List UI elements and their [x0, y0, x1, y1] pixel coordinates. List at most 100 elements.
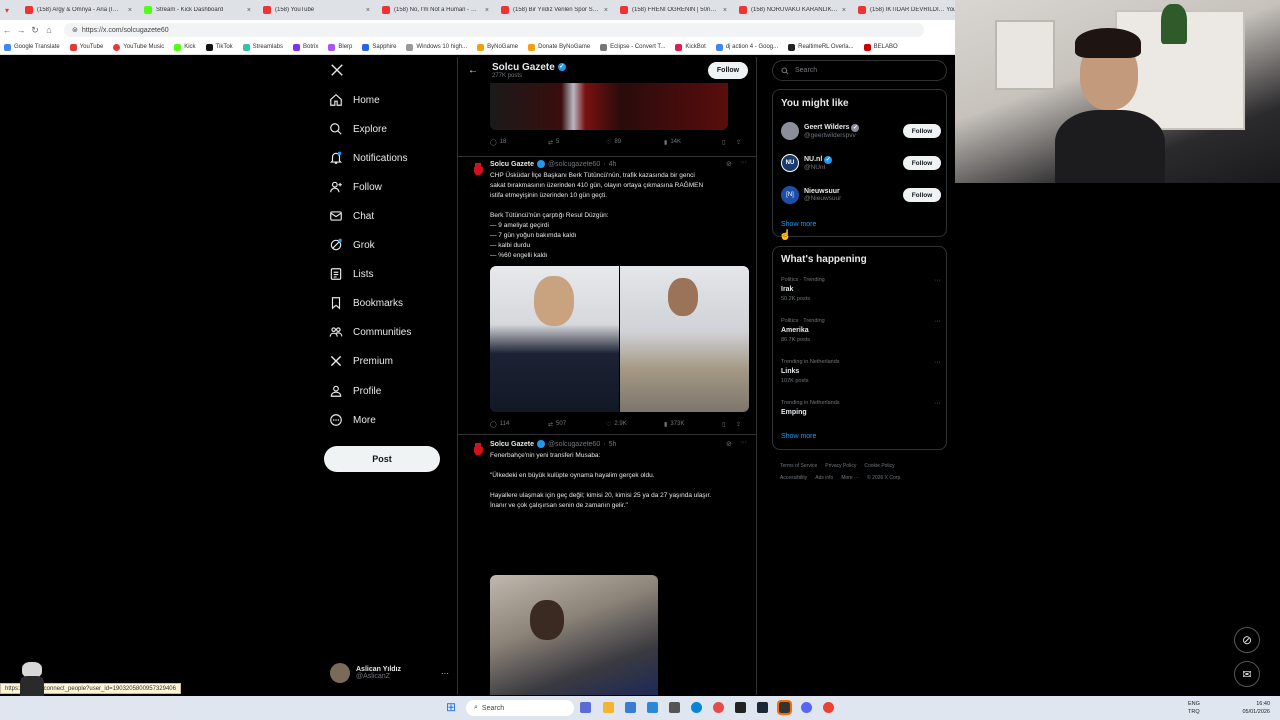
follow-button[interactable]: Follow: [708, 61, 748, 79]
close-icon[interactable]: ×: [128, 7, 132, 14]
taskbar-search[interactable]: ⌕ Search: [466, 700, 574, 716]
file-explorer-icon[interactable]: [603, 702, 614, 713]
nav-item-grok[interactable]: Grok: [329, 238, 375, 252]
search-input[interactable]: Search: [772, 60, 947, 81]
account-switcher[interactable]: Aslican Yıldız @AslicanZ ···: [330, 660, 455, 686]
tweet-image[interactable]: [490, 83, 728, 130]
nav-item-lists[interactable]: Lists: [329, 267, 374, 281]
trend-item[interactable]: Trending in Netherlands Links 107K posts…: [781, 359, 941, 393]
bookmark-button[interactable]: ▯: [722, 421, 736, 428]
trend-item[interactable]: Politics · Trending Irak 50.2K posts ···: [781, 277, 941, 311]
bookmark-button[interactable]: ▯: [722, 139, 736, 146]
language-indicator[interactable]: ENG TRQ: [1188, 700, 1200, 716]
repost-button[interactable]: ⇄ 5: [548, 139, 606, 146]
browser-tab[interactable]: (158) İKTİDAR DEVRİLDİ… YouT: [853, 1, 970, 19]
more-icon[interactable]: ···: [740, 439, 747, 446]
suggestion-item[interactable]: [N] Nieuwsuur @Nieuwsuur Follow: [781, 182, 941, 208]
close-icon[interactable]: ×: [247, 7, 251, 14]
chrome-icon[interactable]: [823, 702, 834, 713]
more-icon[interactable]: ···: [740, 159, 747, 166]
avatar[interactable]: [470, 161, 486, 177]
bookmark-item[interactable]: Sapphire: [362, 43, 396, 51]
bookmark-item[interactable]: KickBot: [675, 43, 706, 51]
show-more-link[interactable]: Show more: [781, 221, 816, 228]
nav-item-more[interactable]: More: [329, 413, 376, 427]
reply-button[interactable]: ◯ 114: [490, 421, 548, 428]
footer-link[interactable]: More ···: [841, 475, 859, 481]
grok-icon[interactable]: ⊘: [726, 440, 732, 448]
app-icon[interactable]: [735, 702, 746, 713]
suggestion-item[interactable]: Geert Wilders ✓ @geertwilderspvv Follow: [781, 118, 941, 144]
grok-icon[interactable]: ⊘: [726, 160, 732, 168]
edge-icon[interactable]: [691, 702, 702, 713]
mail-app-icon[interactable]: [647, 702, 658, 713]
show-more-link[interactable]: Show more: [781, 433, 816, 440]
views-button[interactable]: ▮ 373K: [664, 421, 722, 428]
nav-item-follow[interactable]: Follow: [329, 180, 382, 194]
home-icon[interactable]: ⌂: [42, 25, 56, 35]
footer-link[interactable]: Terms of Service: [780, 463, 817, 469]
nav-item-profile[interactable]: Profile: [329, 384, 381, 398]
footer-link[interactable]: Cookie Policy: [864, 463, 894, 469]
follow-button[interactable]: Follow: [903, 188, 941, 202]
browser-tab[interactable]: (158) Bir Yıldız Verilen Spor Salon…×: [496, 1, 613, 19]
tweet-photo[interactable]: [490, 266, 619, 412]
bookmark-item[interactable]: Windows 10 high...: [406, 43, 467, 51]
footer-link[interactable]: Accessibility: [780, 475, 807, 481]
tweet[interactable]: Solcu Gazete ✓ @solcugazete60 · 4h ⊘ ··· CH…: [458, 157, 756, 435]
app-icon[interactable]: [669, 702, 680, 713]
bookmark-item[interactable]: Botrix: [293, 43, 318, 51]
bookmark-item[interactable]: BELABO: [863, 43, 898, 51]
share-button[interactable]: ⇪: [736, 421, 741, 428]
windows-start-icon[interactable]: ⊞: [446, 700, 456, 714]
tweet-photo[interactable]: [490, 575, 658, 695]
tweet[interactable]: Solcu Gazete ✓ @solcugazete60 · 5h ⊘ ··· Fe…: [458, 435, 756, 695]
back-arrow-icon[interactable]: ←: [468, 65, 478, 76]
reload-icon[interactable]: ↻: [28, 25, 42, 36]
bookmark-item[interactable]: ByNoGame: [477, 43, 518, 51]
nav-item-chat[interactable]: Chat: [329, 209, 374, 223]
close-icon[interactable]: ×: [723, 7, 727, 14]
system-clock[interactable]: 16:40 05/01/2026: [1242, 700, 1270, 716]
browser-tab[interactable]: (158) Argy & Omnya - Aria (I… ×: [20, 1, 137, 19]
app-icon[interactable]: [713, 702, 724, 713]
steam-icon[interactable]: [757, 702, 768, 713]
views-button[interactable]: ▮ 14K: [664, 139, 722, 146]
task-view-icon[interactable]: [580, 702, 591, 713]
tweet-media[interactable]: [490, 266, 749, 412]
repost-button[interactable]: ⇄ 507: [548, 421, 606, 428]
close-icon[interactable]: ×: [485, 7, 489, 14]
more-icon[interactable]: ···: [934, 359, 941, 366]
close-icon[interactable]: ×: [366, 7, 370, 14]
nav-item-explore[interactable]: Explore: [329, 122, 387, 136]
browser-tab[interactable]: (158) NORUVAKU KARANLIK YÜZ…×: [734, 1, 851, 19]
follow-button[interactable]: Follow: [903, 124, 941, 138]
bookmark-item[interactable]: YouTube: [69, 43, 103, 51]
follow-button[interactable]: Follow: [903, 156, 941, 170]
post-button[interactable]: Post: [324, 446, 440, 472]
like-button[interactable]: ♡ 89: [606, 139, 664, 146]
bookmark-item[interactable]: Streamlabs: [242, 43, 283, 51]
bookmark-item[interactable]: YouTube Music: [113, 43, 164, 51]
back-icon[interactable]: ←: [0, 25, 14, 35]
avatar[interactable]: [470, 441, 486, 457]
footer-link[interactable]: Privacy Policy: [825, 463, 856, 469]
more-icon[interactable]: ···: [934, 400, 941, 407]
browser-tab[interactable]: Stream - Kick Dashboard ×: [139, 1, 256, 19]
messages-float-button[interactable]: ✉: [1234, 661, 1260, 687]
close-icon[interactable]: ×: [842, 7, 846, 14]
nav-item-notifications[interactable]: Notifications: [329, 151, 407, 165]
browser-tab[interactable]: (158) No, I'm Not a Human - Offic ×: [377, 1, 494, 19]
tab-menu-button[interactable]: ▾: [2, 1, 18, 19]
close-icon[interactable]: ×: [604, 7, 608, 14]
nav-item-premium[interactable]: Premium: [329, 354, 393, 368]
bookmark-item[interactable]: Google Translate: [4, 43, 60, 51]
nav-item-bookmarks[interactable]: Bookmarks: [329, 296, 403, 310]
bookmark-item[interactable]: Kick: [174, 43, 196, 51]
bookmark-item[interactable]: dj action 4 - Goog...: [715, 43, 778, 51]
suggestion-item[interactable]: NU NU.nl ✓ @NUnl Follow: [781, 150, 941, 176]
grok-float-button[interactable]: ⊘: [1234, 627, 1260, 653]
more-icon[interactable]: ···: [934, 318, 941, 325]
browser-tab[interactable]: (158) FRENİ ÖĞRENİN | 50riders | …×: [615, 1, 732, 19]
reply-button[interactable]: ◯ 18: [490, 139, 548, 146]
